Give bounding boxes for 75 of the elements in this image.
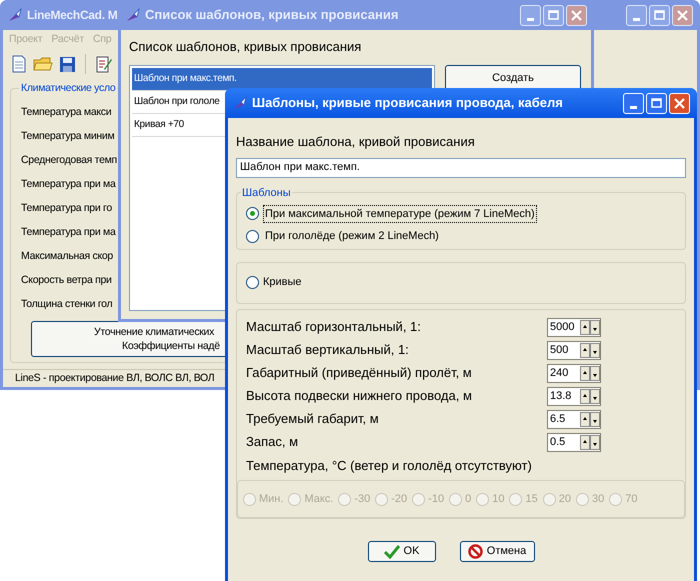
field-label: Температура при ма (21, 225, 116, 240)
minimize-button[interactable] (520, 4, 541, 26)
radio-label: 10 (492, 492, 504, 507)
list-heading: Список шаблонов, кривых провисания (129, 38, 362, 56)
radio-label: Мин. (259, 492, 284, 507)
save-icon[interactable] (59, 56, 76, 72)
minimize-button[interactable] (626, 4, 647, 26)
radio-label: -10 (428, 492, 444, 507)
edit-icon[interactable] (95, 55, 113, 73)
spin-arrows-icon[interactable] (580, 388, 600, 404)
minimize-icon (633, 18, 640, 20)
radio-label: 30 (592, 492, 604, 507)
maximize-icon (654, 10, 665, 20)
field-label: Среднегодовая темп (21, 153, 117, 168)
radio-label: -20 (391, 492, 408, 507)
window-title: Список шаблонов, кривых провисания (145, 6, 400, 24)
app-icon (7, 7, 23, 23)
field-label: Максимальная скор (21, 249, 113, 264)
radio-button[interactable] (246, 230, 259, 243)
radio-label: -30 (354, 492, 370, 507)
spin-field[interactable]: 5000 (547, 318, 601, 336)
field-label: Температура миним (21, 129, 114, 144)
app-icon (232, 95, 248, 111)
close-icon (674, 98, 685, 108)
app-icon (125, 7, 141, 23)
close-button[interactable] (566, 4, 587, 26)
temperature-label: Температура, °С (ветер и гололёд отсутствуют) (246, 456, 533, 475)
radio-label: При гололёде (режим 2 LineMech) (264, 229, 440, 244)
field-label: Температура при го (21, 201, 112, 216)
maximize-icon (548, 10, 559, 20)
field-label: Толщина стенки гол (21, 297, 112, 312)
maximize-button[interactable] (543, 4, 564, 26)
radio-label: При максимальной температуре (режим 7 LineMech) (263, 204, 537, 223)
name-label: Название шаблона, кривой провисания (236, 133, 476, 151)
param-label: Высота подвески нижнего провода, м (246, 387, 472, 406)
close-button[interactable] (672, 4, 693, 26)
field-label: Температура макси (21, 105, 112, 120)
radio-label: 20 (558, 492, 571, 507)
window-title: Шаблоны, кривые провисания провода, кабеля (252, 94, 564, 112)
radio-label: 0 (465, 492, 472, 507)
minimize-icon (630, 106, 637, 108)
radio-button[interactable] (246, 207, 259, 220)
spin-field[interactable]: 240 (547, 364, 601, 382)
name-field[interactable]: Шаблон при макс.темп. (236, 158, 686, 178)
maximize-icon (651, 98, 662, 108)
list-item[interactable]: Шаблон при макс.темп. (132, 68, 432, 90)
param-label: Требуемый габарит, м (246, 410, 379, 428)
window-title: LineMechCad. М (27, 7, 118, 24)
radio-label: Макс. (304, 492, 334, 507)
cancel-button[interactable]: Отмена (460, 541, 534, 562)
spin-arrows-icon[interactable] (580, 342, 600, 358)
close-icon (677, 10, 688, 20)
spin-arrows-icon[interactable] (580, 434, 600, 450)
spin-field[interactable]: 0.5 (547, 432, 601, 452)
spin-arrows-icon[interactable] (580, 320, 600, 334)
param-label: Запас, м (246, 433, 298, 452)
minimize-icon (527, 18, 534, 20)
spin-arrows-icon[interactable] (580, 412, 600, 426)
field-label: Скорость ветра при (21, 273, 112, 288)
field-label: Температура при ма (21, 177, 116, 192)
radio-label: 70 (625, 492, 638, 507)
spin-field[interactable]: 6.5 (547, 410, 601, 428)
spin-field[interactable]: 500 (547, 340, 601, 360)
spin-field[interactable]: 13.8 (547, 386, 601, 406)
radio-button[interactable] (246, 276, 259, 289)
close-icon (571, 10, 582, 20)
maximize-button[interactable] (649, 4, 670, 26)
prohibited-icon (468, 544, 483, 559)
ok-button[interactable]: OK (368, 541, 436, 562)
radio-label: Кривые (263, 275, 302, 290)
radio-label: 15 (525, 492, 538, 507)
new-document-icon[interactable] (11, 55, 27, 73)
spin-arrows-icon[interactable] (580, 366, 600, 380)
folder-icon[interactable] (33, 55, 53, 73)
checkmark-icon (384, 544, 400, 558)
